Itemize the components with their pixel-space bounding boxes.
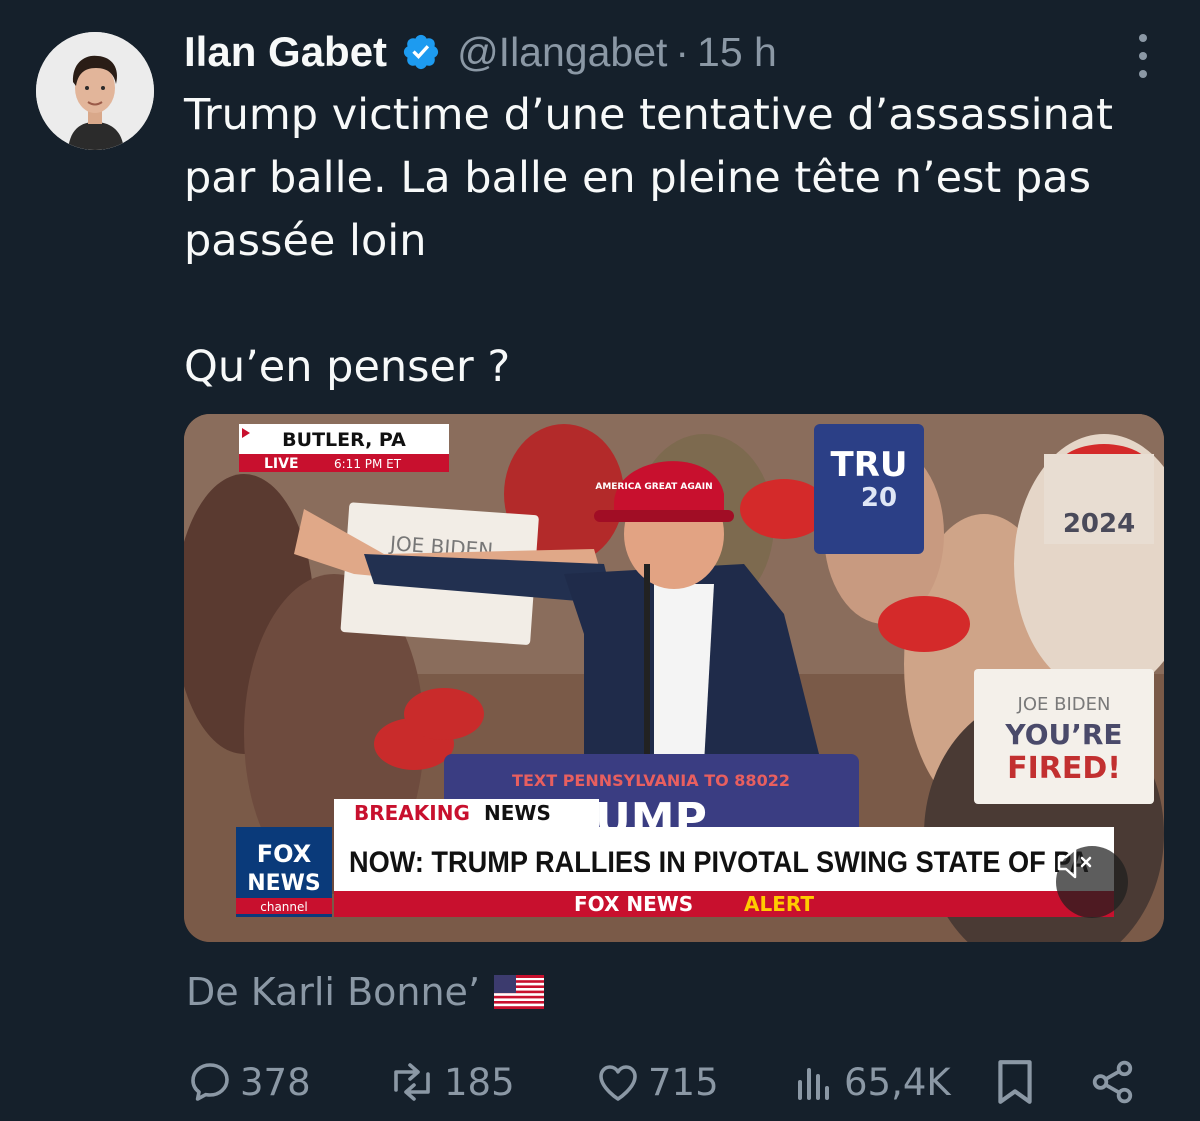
mute-button[interactable] bbox=[1056, 846, 1128, 918]
tweet-actions: 378 185 715 65,4K bbox=[186, 1052, 1146, 1112]
logo-fox: FOX bbox=[257, 840, 312, 868]
tweet-video[interactable]: TRU 20 2024 JOE BIDEN JOE BIDEN YOU’RE F… bbox=[184, 414, 1164, 942]
reply-button[interactable]: 378 bbox=[186, 1052, 311, 1112]
us-flag-icon bbox=[494, 975, 545, 1009]
author-handle[interactable]: @Ilangabet bbox=[457, 29, 667, 75]
reply-icon bbox=[191, 1063, 229, 1101]
tweet-timestamp[interactable]: 15 h bbox=[697, 29, 777, 75]
video-frame: TRU 20 2024 JOE BIDEN JOE BIDEN YOU’RE F… bbox=[184, 414, 1164, 942]
view-count: 65,4K bbox=[844, 1060, 951, 1104]
live-label: LIVE bbox=[264, 456, 299, 472]
headline-text: NOW: TRUMP RALLIES IN PIVOTAL SWING STAT… bbox=[349, 846, 1089, 879]
views-button[interactable]: 65,4K bbox=[790, 1052, 951, 1112]
reply-count: 378 bbox=[240, 1060, 311, 1104]
sign-tru: TRU bbox=[831, 445, 908, 485]
heart-icon bbox=[599, 1065, 637, 1101]
live-time: 6:11 PM ET bbox=[334, 457, 402, 471]
video-attribution[interactable]: De Karli Bonne’ bbox=[186, 970, 545, 1014]
speaker-muted-icon bbox=[1057, 847, 1092, 879]
analytics-icon bbox=[798, 1068, 829, 1100]
breaking-label-1: BREAKING bbox=[354, 801, 470, 825]
share-icon bbox=[1092, 1060, 1133, 1104]
share-button[interactable] bbox=[1088, 1052, 1144, 1112]
author-avatar[interactable] bbox=[36, 32, 154, 150]
tweet-header: Ilan Gabet @Ilangabet · 15 h bbox=[184, 24, 777, 80]
like-count: 715 bbox=[648, 1060, 719, 1104]
logo-news: NEWS bbox=[247, 871, 321, 896]
sign-2024: 2024 bbox=[1063, 509, 1135, 539]
alert-label-1: FOX NEWS bbox=[574, 892, 693, 916]
hat-text: AMERICA GREAT AGAIN bbox=[595, 482, 712, 492]
podium-text: TEXT PENNSYLVANIA TO 88022 bbox=[512, 771, 790, 790]
repost-icon bbox=[394, 1063, 430, 1101]
more-options-icon[interactable] bbox=[1130, 34, 1156, 78]
sign-tru-year: 20 bbox=[861, 483, 897, 513]
separator-dot: · bbox=[675, 28, 690, 75]
author-name[interactable]: Ilan Gabet bbox=[184, 28, 387, 76]
breaking-label-2: NEWS bbox=[484, 801, 551, 825]
verified-badge-icon bbox=[403, 34, 439, 70]
repost-button[interactable]: 185 bbox=[386, 1052, 515, 1112]
sign-right-line1: JOE BIDEN bbox=[1017, 694, 1111, 715]
location-label: BUTLER, PA bbox=[282, 429, 406, 451]
tweet-question: Qu’en penser ? bbox=[184, 342, 511, 392]
tweet-body: Trump victime d’une tentative d’assassin… bbox=[184, 84, 1174, 399]
avatar-photo bbox=[36, 32, 154, 150]
alert-label-2: ALERT bbox=[744, 892, 814, 916]
sign-right-line2: YOU’RE bbox=[1004, 718, 1122, 751]
logo-channel: channel bbox=[260, 900, 307, 914]
repost-count: 185 bbox=[444, 1060, 515, 1104]
bookmark-icon bbox=[998, 1060, 1032, 1104]
bookmark-button[interactable] bbox=[992, 1052, 1044, 1112]
like-button[interactable]: 715 bbox=[594, 1052, 719, 1112]
tweet-text: Trump victime d’une tentative d’assassin… bbox=[184, 90, 1114, 266]
sign-right-line3: FIRED! bbox=[1007, 751, 1121, 786]
attribution-text: De Karli Bonne’ bbox=[186, 970, 481, 1014]
